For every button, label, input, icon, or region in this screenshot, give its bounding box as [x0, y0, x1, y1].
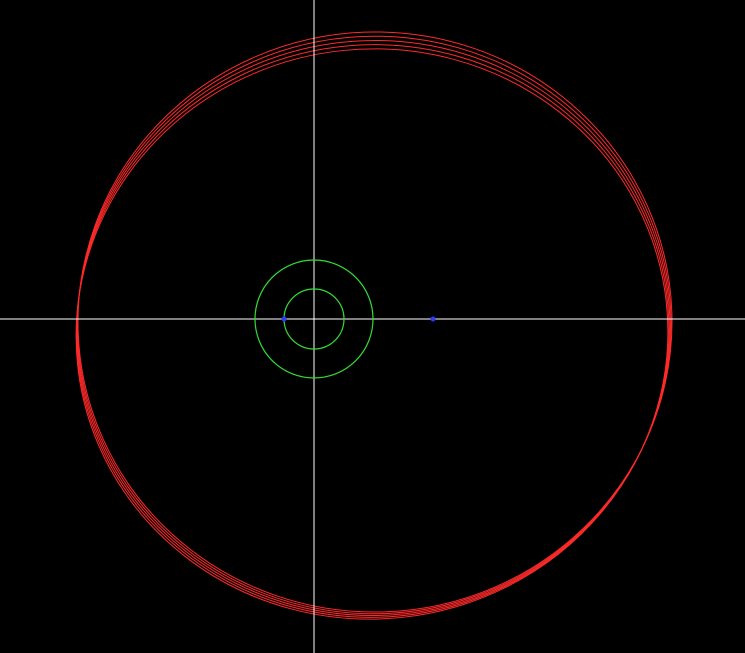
blue-point-focus — [430, 316, 436, 322]
orbit-plot-canvas — [0, 0, 745, 653]
blue-point-inner — [281, 316, 287, 322]
